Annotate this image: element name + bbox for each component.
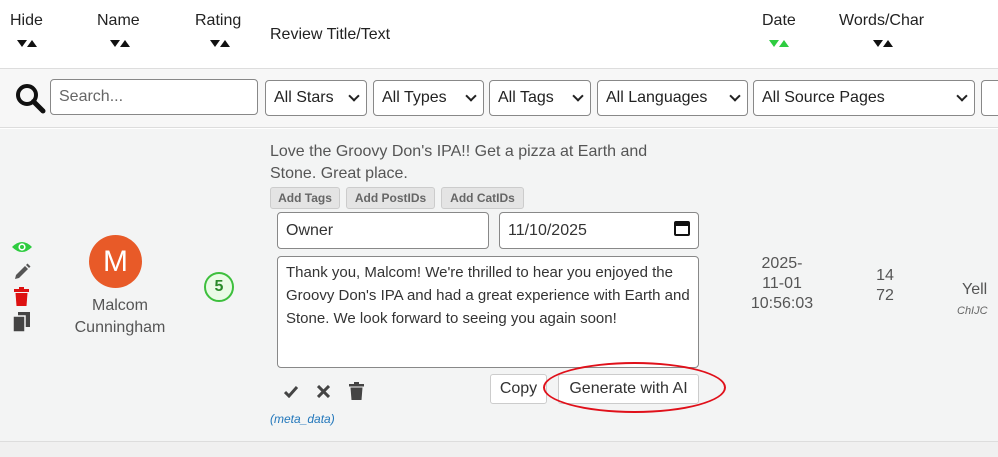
column-header-words-char[interactable]: Words/Char [839,12,924,30]
filter-stars-value: All Stars [274,89,334,106]
sort-toggle-words-icon[interactable] [873,40,893,47]
char-count: 72 [876,287,894,304]
add-catids-button[interactable]: Add CatIDs [441,187,524,209]
filter-tags-value: All Tags [498,89,554,106]
rating-badge: 5 [204,272,234,302]
column-header-rating[interactable]: Rating [195,12,241,30]
chevron-down-icon [465,90,477,102]
reviewer-last-name: Cunningham [74,319,166,336]
sort-toggle-date-icon[interactable] [769,40,789,47]
filter-types-select[interactable]: All Types [373,80,484,116]
review-text: Love the Groovy Don's IPA!! Get a pizza … [270,143,648,182]
calendar-icon[interactable] [674,220,690,241]
reviewer-first-name: Malcom [91,297,148,314]
filter-stars-select[interactable]: All Stars [265,80,367,116]
review-date-year: 2025- [761,255,803,272]
add-tags-button[interactable]: Add Tags [270,187,340,209]
copy-icon[interactable] [12,312,30,337]
meta-data-link[interactable]: (meta_data) [270,412,335,426]
filter-tags-select[interactable]: All Tags [489,80,591,116]
review-date-day: 11-01 [762,275,802,292]
trash-reply-icon[interactable] [349,382,364,405]
review-date: 2025- 11-01 10:56:03 [737,254,827,314]
words-char-count: 14 72 [860,266,910,306]
filter-languages-select[interactable]: All Languages [597,80,748,116]
trash-icon[interactable] [13,287,30,311]
avatar: M [89,235,142,288]
column-header-review: Review Title/Text [270,26,391,43]
chevron-down-icon [729,90,741,102]
reply-date-value: 11/10/2025 [508,221,587,239]
owner-field[interactable] [277,212,489,249]
column-header-hide[interactable]: Hide [10,12,43,30]
filter-source-pages-select[interactable]: All Source Pages [753,80,975,116]
sort-toggle-rating-icon[interactable] [210,40,230,47]
checkmark-icon[interactable] [283,385,299,403]
source-id-partial: ChIJC [957,305,988,317]
search-input[interactable] [50,79,258,115]
filter-types-value: All Types [382,89,447,106]
word-count: 14 [876,267,894,284]
next-row-area [0,442,998,457]
eye-icon[interactable] [11,240,33,259]
filter-source-pages-value: All Source Pages [762,89,885,106]
filter-extra-select-partial[interactable] [981,80,998,116]
reviewer-name: Malcom Cunningham [60,295,180,339]
chevron-down-icon [572,90,584,102]
column-header-name[interactable]: Name [97,12,140,30]
copy-button[interactable]: Copy [490,374,547,404]
sort-toggle-hide-icon[interactable] [17,40,37,47]
sort-toggle-name-icon[interactable] [110,40,130,47]
pencil-icon[interactable] [13,262,31,285]
filter-languages-value: All Languages [606,89,708,106]
reply-date-field[interactable]: 11/10/2025 [499,212,699,249]
review-date-time: 10:56:03 [750,295,814,312]
search-icon[interactable] [14,82,46,119]
column-header-date[interactable]: Date [762,12,796,30]
highlight-annotation [543,362,726,413]
add-postids-button[interactable]: Add PostIDs [346,187,435,209]
chevron-down-icon [956,90,968,102]
source-name-partial: Yell [962,281,988,298]
reply-textarea[interactable] [277,256,699,368]
chevron-down-icon [348,90,360,102]
close-icon[interactable] [316,384,331,403]
